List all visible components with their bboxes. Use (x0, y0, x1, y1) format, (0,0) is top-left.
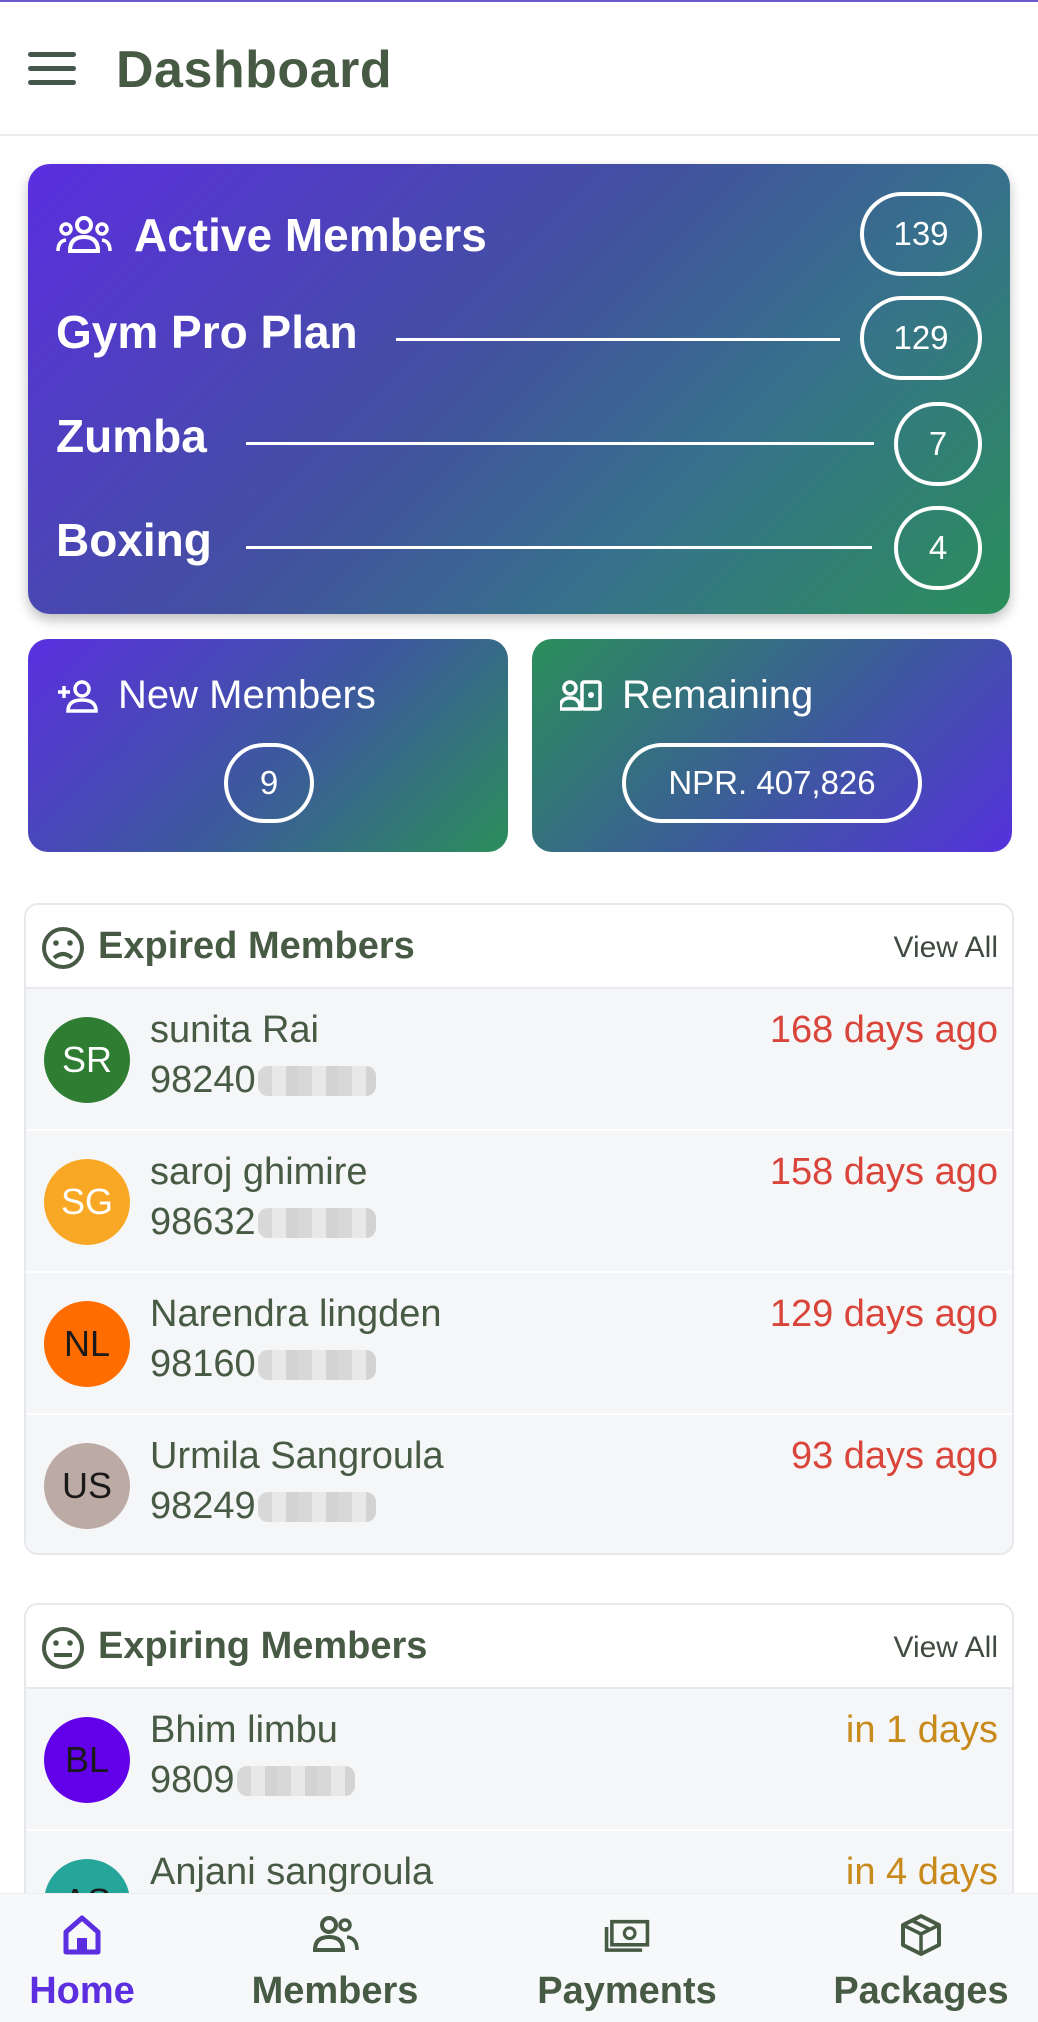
member-row[interactable]: BL Bhim limbu 9809 in 1 days (26, 1689, 1012, 1831)
member-name: Bhim limbu (150, 1709, 338, 1751)
wallet-user-icon (560, 679, 602, 711)
expiring-members-header: Expiring Members View All (26, 1605, 1012, 1689)
member-name: Urmila Sangroula (150, 1435, 444, 1477)
plan-count-boxing: 4 (894, 506, 982, 590)
nav-label: Home (29, 1970, 135, 2012)
active-members-title: Active Members (134, 209, 487, 261)
member-name: Narendra lingden (150, 1293, 442, 1335)
member-phone: 98632 (150, 1201, 376, 1244)
member-days: 158 days ago (769, 1151, 998, 1193)
member-days: in 1 days (845, 1709, 998, 1751)
member-name: Anjani sangroula (150, 1851, 434, 1893)
member-phone-text: 98240 (150, 1059, 256, 1101)
new-members-card[interactable]: New Members 9 (28, 639, 508, 852)
avatar: US (44, 1443, 130, 1529)
member-phone: 98249 (150, 1485, 376, 1528)
nav-label: Payments (537, 1970, 717, 2012)
remaining-amount: NPR. 407,826 (622, 743, 922, 823)
app-bar: Dashboard (0, 2, 1038, 136)
member-phone-text: 98160 (150, 1343, 256, 1385)
member-phone-text: 9809 (150, 1759, 235, 1801)
new-members-title: New Members (118, 673, 376, 717)
member-days: 93 days ago (790, 1435, 998, 1477)
plan-row-zumba: Zumba (56, 406, 207, 466)
plan-row-boxing: Boxing (56, 510, 212, 570)
members-icon (312, 1916, 359, 1952)
avatar: SR (44, 1017, 130, 1103)
avatar: SG (44, 1159, 130, 1245)
new-members-count: 9 (224, 743, 314, 823)
member-row[interactable]: US Urmila Sangroula 98249 93 days ago (26, 1415, 1012, 1553)
nav-label: Members (251, 1970, 419, 2012)
expiring-members-section: Expiring Members View All BL Bhim limbu 98… (24, 1603, 1014, 1943)
plan-name: Zumba (56, 410, 207, 462)
expired-members-section: Expired Members View All SR sunita Rai 982… (24, 903, 1014, 1555)
nav-payments[interactable]: Payments (524, 1894, 730, 2022)
expiring-members-title: Expiring Members (98, 1625, 428, 1667)
payments-icon (604, 1919, 650, 1952)
expired-members-title: Expired Members (98, 925, 415, 967)
expired-view-all-link[interactable]: View All (893, 931, 998, 965)
redacted-digits (257, 1207, 376, 1238)
redacted-digits (257, 1065, 376, 1096)
member-days: 129 days ago (769, 1293, 998, 1335)
expired-members-list: SR sunita Rai 98240 168 days ago SG saroj ghi… (26, 989, 1012, 1553)
remaining-title: Remaining (622, 673, 814, 717)
plan-divider (396, 338, 840, 341)
member-phone: 9809 (150, 1759, 355, 1802)
member-phone-text: 98632 (150, 1201, 256, 1243)
redacted-digits (236, 1765, 355, 1796)
nav-members[interactable]: Members (240, 1894, 430, 2022)
plan-count-zumba: 7 (894, 402, 982, 486)
menu-icon[interactable] (28, 52, 76, 86)
nav-label: Packages (833, 1970, 1009, 2012)
nav-packages[interactable]: Packages (824, 1894, 1018, 2022)
plan-count-gym-pro: 129 (860, 296, 982, 380)
expiring-view-all-link[interactable]: View All (893, 1631, 998, 1665)
member-row[interactable]: SR sunita Rai 98240 168 days ago (26, 989, 1012, 1131)
add-user-icon (58, 679, 98, 713)
member-days: in 4 days (845, 1851, 998, 1893)
packages-icon (901, 1914, 941, 1956)
member-phone: 98240 (150, 1059, 376, 1102)
plan-divider (246, 546, 872, 549)
redacted-digits (257, 1349, 376, 1380)
avatar: NL (44, 1301, 130, 1387)
nav-home[interactable]: Home (22, 1894, 142, 2022)
plan-name: Gym Pro Plan (56, 306, 358, 358)
member-days: 168 days ago (769, 1009, 998, 1051)
redacted-digits (257, 1491, 376, 1522)
active-members-total: 139 (860, 192, 982, 276)
group-icon (56, 216, 112, 253)
page-title: Dashboard (116, 41, 393, 99)
member-name: sunita Rai (150, 1009, 319, 1051)
member-phone: 98160 (150, 1343, 376, 1386)
plan-name: Boxing (56, 514, 212, 566)
plan-row-gym-pro: Gym Pro Plan (56, 302, 358, 362)
active-members-card[interactable]: Active Members 139 Gym Pro Plan 129 Zumb… (28, 164, 1010, 614)
member-row[interactable]: SG saroj ghimire 98632 158 days ago (26, 1131, 1012, 1273)
avatar: BL (44, 1717, 130, 1803)
remaining-card[interactable]: Remaining NPR. 407,826 (532, 639, 1012, 852)
neutral-face-icon (42, 1627, 84, 1669)
member-name: saroj ghimire (150, 1151, 368, 1193)
expired-members-header: Expired Members View All (26, 905, 1012, 989)
active-members-header: Active Members (56, 208, 487, 262)
bottom-nav: Home Members Payments Packages (0, 1893, 1038, 2022)
sad-face-icon (42, 927, 84, 969)
home-icon (63, 1915, 101, 1955)
member-phone-text: 98249 (150, 1485, 256, 1527)
member-row[interactable]: NL Narendra lingden 98160 129 days ago (26, 1273, 1012, 1415)
plan-divider (246, 442, 874, 445)
